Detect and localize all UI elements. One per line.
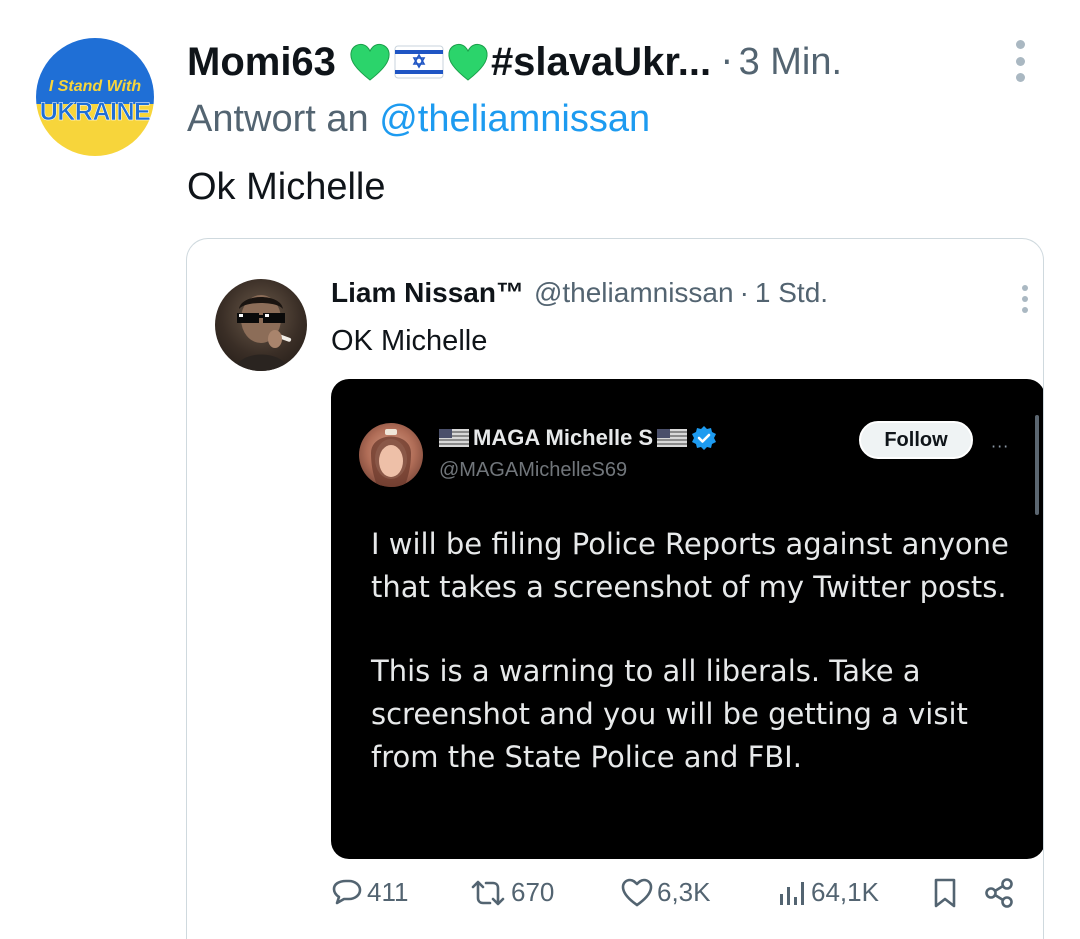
face-icon [235, 295, 292, 371]
embedded-screenshot-image[interactable]: MAGA Michelle S @MAGAMichelleS69 Follow … [331, 379, 1043, 859]
embedded-scrollbar [1035, 415, 1039, 515]
repost-count: 670 [511, 877, 555, 907]
post-page: I Stand With UKRAINE Momi63 #slavaUkr...… [0, 0, 1080, 939]
bookmark-button[interactable] [931, 877, 959, 909]
more-vert-icon[interactable] [1008, 40, 1032, 82]
like-count: 6,3K [657, 877, 711, 907]
action-bar: 411 670 6,3K 64,1K [331, 871, 1031, 921]
reply-prefix: Antwort an [187, 98, 369, 140]
reply-icon [332, 879, 362, 904]
embedded-user-avatar [359, 423, 423, 487]
dot [1022, 285, 1028, 291]
green-heart-icon [350, 43, 390, 81]
views-count: 64,1K [811, 877, 879, 907]
us-flag-icon [657, 429, 688, 447]
repost-button[interactable]: 670 [469, 877, 554, 908]
post-header: Momi63 #slavaUkr... · 3 Min. [187, 36, 842, 88]
display-name-end: #slavaUkr... [490, 39, 712, 84]
post-text: Ok Michelle [187, 166, 386, 208]
face-icon [371, 429, 411, 487]
display-name-start: Momi63 [187, 39, 336, 84]
reply-count: 411 [367, 877, 409, 907]
quoted-separator: · [739, 277, 749, 308]
reply-button[interactable]: 411 [331, 877, 408, 908]
views-chart-icon [780, 881, 804, 905]
dot [1015, 73, 1025, 82]
quoted-display-name[interactable]: Liam Nissan™ [331, 277, 524, 309]
dot [1022, 296, 1028, 302]
dot [1015, 40, 1025, 49]
embedded-paragraph-2: This is a warning to all liberals. Take … [371, 654, 968, 774]
embedded-paragraph-1: I will be filing Police Reports against … [371, 527, 1009, 604]
israel-flag-icon [394, 45, 444, 79]
share-button[interactable] [983, 877, 1015, 909]
header-separator: · [721, 41, 733, 83]
display-name[interactable]: Momi63 #slavaUkr... [187, 40, 711, 85]
reply-handle-link[interactable]: @theliamnissan [379, 98, 650, 140]
quoted-timestamp[interactable]: 1 Std. [755, 277, 828, 309]
reply-context: Antwort an @theliamnissan [187, 98, 650, 141]
like-button[interactable]: 6,3K [621, 877, 711, 908]
quoted-tweet-card[interactable]: Liam Nissan™ @theliamnissan · 1 Std. OK … [186, 238, 1044, 939]
user-avatar[interactable]: I Stand With UKRAINE [36, 38, 154, 156]
embedded-handle: @MAGAMichelleS69 [439, 459, 628, 481]
views-button[interactable]: 64,1K [777, 877, 879, 908]
quoted-tweet-header: Liam Nissan™ @theliamnissan · 1 Std. [331, 277, 828, 309]
repost-icon [471, 880, 505, 905]
heart-outline-icon [621, 878, 653, 906]
embedded-display-name: MAGA Michelle S [473, 425, 654, 450]
embedded-tweet-body: I will be filing Police Reports against … [371, 523, 1011, 779]
avatar-text-line2: UKRAINE [39, 98, 151, 127]
us-flag-icon [439, 429, 469, 447]
bookmark-icon [934, 878, 956, 908]
avatar-text-line1: I Stand With [48, 78, 142, 95]
quoted-user-avatar[interactable] [215, 279, 307, 371]
dot [1022, 307, 1028, 313]
embedded-name-row: MAGA Michelle S [439, 425, 717, 451]
quoted-more-vert-icon[interactable] [1021, 285, 1029, 313]
follow-button: Follow [859, 421, 973, 459]
embedded-more-icon: ··· [991, 437, 1010, 456]
post-timestamp[interactable]: 3 Min. [739, 41, 842, 84]
green-heart-icon [448, 43, 488, 81]
quoted-tweet-text: OK Michelle [331, 325, 488, 357]
dot [1015, 56, 1025, 66]
verified-badge-icon [692, 426, 717, 450]
share-icon [985, 878, 1013, 908]
quoted-handle[interactable]: @theliamnissan [534, 277, 734, 309]
